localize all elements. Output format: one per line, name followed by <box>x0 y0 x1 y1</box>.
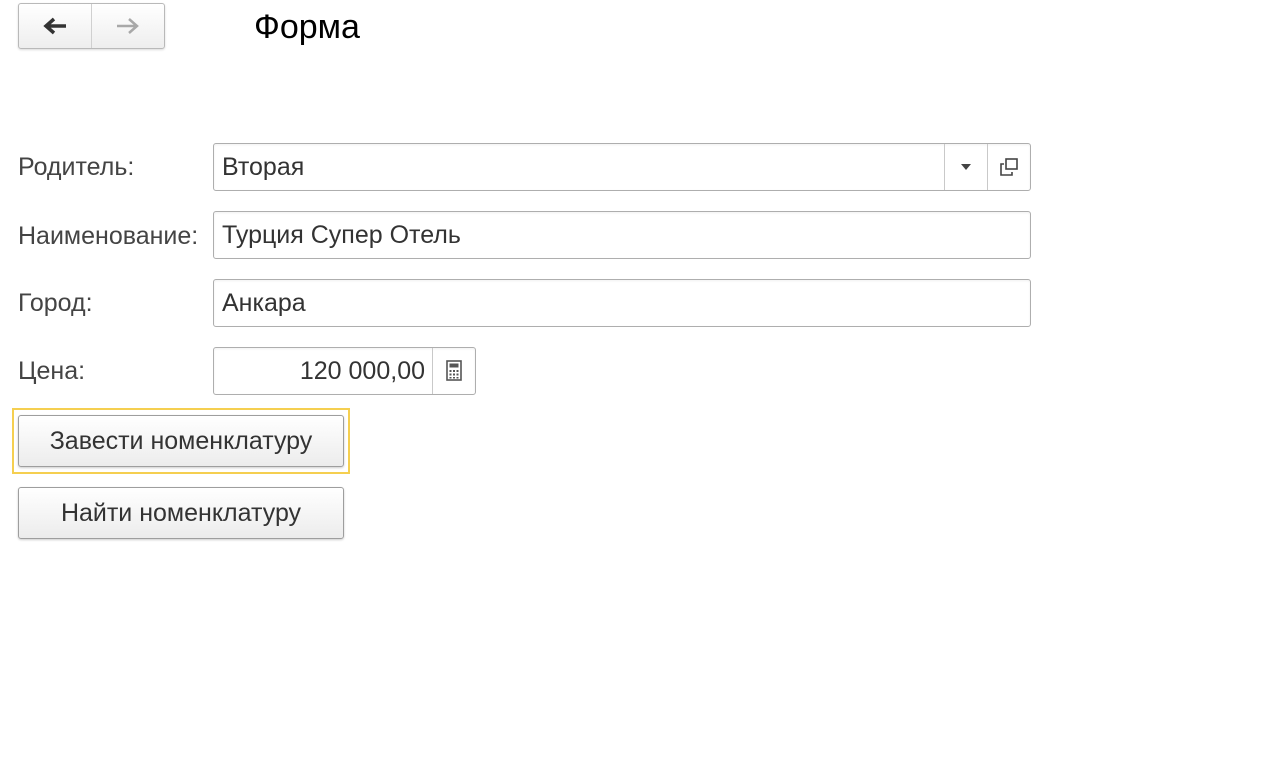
city-value: Анкара <box>222 288 306 317</box>
name-field[interactable]: Турция Супер Отель <box>213 211 1031 259</box>
open-window-icon <box>1000 158 1018 176</box>
name-value: Турция Супер Отель <box>222 220 461 249</box>
parent-field[interactable]: Вторая <box>213 143 1031 191</box>
navigation-buttons <box>18 3 165 49</box>
forward-button[interactable] <box>91 4 164 48</box>
parent-value: Вторая <box>222 152 305 181</box>
city-field[interactable]: Анкара <box>213 279 1031 327</box>
calculator-icon <box>446 360 462 381</box>
price-value: 120 000,00 <box>299 356 425 385</box>
name-label: Наименование: <box>18 222 199 250</box>
price-field[interactable]: 120 000,00 <box>213 347 476 395</box>
city-label: Город: <box>18 289 93 317</box>
page-title: Форма <box>254 8 360 46</box>
find-item-button[interactable]: Найти номенклатуру <box>18 487 344 539</box>
arrow-left-icon <box>43 17 66 35</box>
parent-open-button[interactable] <box>987 144 1030 190</box>
create-item-button[interactable]: Завести номенклатуру <box>18 415 344 467</box>
arrow-right-icon <box>117 18 139 34</box>
back-button[interactable] <box>19 4 91 48</box>
chevron-down-icon <box>961 164 971 170</box>
parent-dropdown-button[interactable] <box>944 144 987 190</box>
calculator-button[interactable] <box>432 348 475 394</box>
parent-label: Родитель: <box>18 153 135 181</box>
price-label: Цена: <box>18 357 86 385</box>
